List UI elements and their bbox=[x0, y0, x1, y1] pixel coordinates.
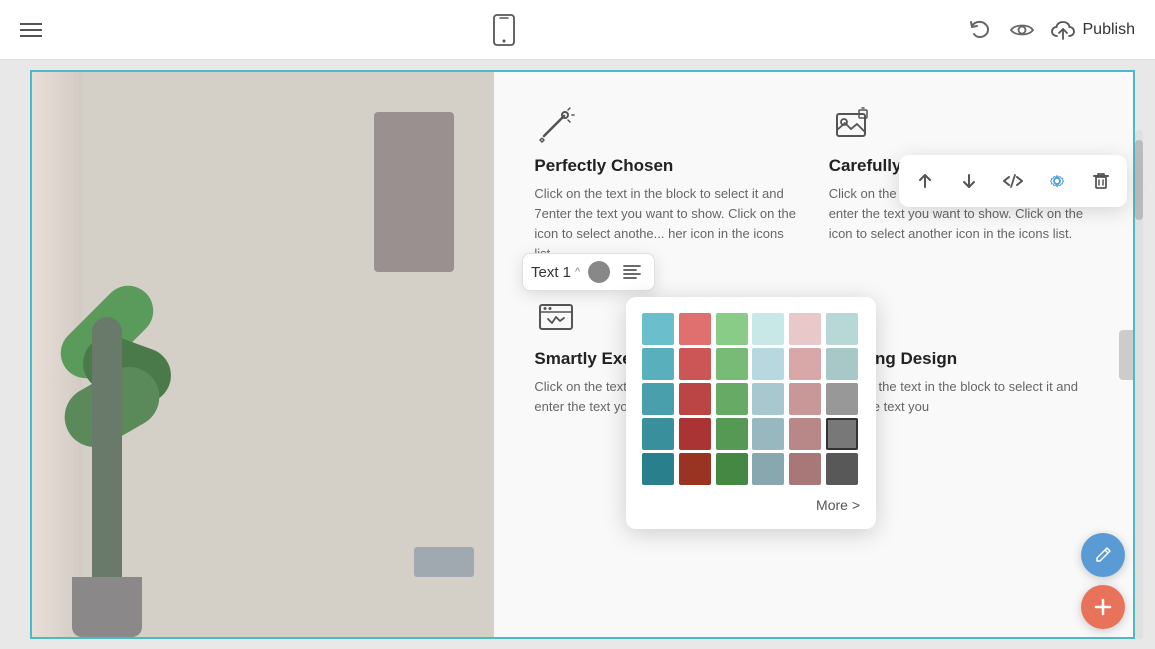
color-swatch-13[interactable] bbox=[679, 383, 711, 415]
element-toolbar bbox=[899, 155, 1127, 207]
feature-item-perfectly-chosen: Perfectly Chosen Click on the text in th… bbox=[534, 102, 798, 265]
cloud-upload-icon bbox=[1051, 18, 1075, 42]
color-swatch-1[interactable] bbox=[679, 313, 711, 345]
room-scene bbox=[32, 72, 494, 637]
add-fab-icon bbox=[1093, 597, 1113, 617]
color-swatch-7[interactable] bbox=[679, 348, 711, 380]
toolbar-right: Publish bbox=[967, 17, 1135, 43]
room-image bbox=[32, 72, 494, 637]
color-swatch-5[interactable] bbox=[826, 313, 858, 345]
text-align-button[interactable] bbox=[618, 258, 646, 286]
scrollbar-thumb bbox=[1135, 140, 1143, 220]
undo-button[interactable] bbox=[967, 17, 993, 43]
canvas-area: Perfectly Chosen Click on the text in th… bbox=[0, 60, 1155, 649]
color-swatch-17[interactable] bbox=[826, 383, 858, 415]
color-swatch-14[interactable] bbox=[716, 383, 748, 415]
color-swatch-18[interactable] bbox=[642, 418, 674, 450]
color-swatch-11[interactable] bbox=[826, 348, 858, 380]
fab-container bbox=[1081, 533, 1125, 629]
folded-item bbox=[414, 547, 474, 577]
move-up-button[interactable] bbox=[903, 159, 947, 203]
color-swatch-23[interactable] bbox=[826, 418, 858, 450]
move-up-icon bbox=[915, 171, 935, 191]
color-swatch-19[interactable] bbox=[679, 418, 711, 450]
color-swatch-6[interactable] bbox=[642, 348, 674, 380]
browser-icon bbox=[534, 295, 578, 339]
color-swatch-21[interactable] bbox=[752, 418, 784, 450]
settings-icon bbox=[1047, 171, 1067, 191]
code-button[interactable] bbox=[991, 159, 1035, 203]
color-swatch-4[interactable] bbox=[789, 313, 821, 345]
color-swatch-24[interactable] bbox=[642, 453, 674, 485]
eye-icon bbox=[1009, 17, 1035, 43]
color-swatch-29[interactable] bbox=[826, 453, 858, 485]
hamburger-icon bbox=[20, 23, 42, 37]
preview-button[interactable] bbox=[1009, 17, 1035, 43]
color-swatch-12[interactable] bbox=[642, 383, 674, 415]
move-down-button[interactable] bbox=[947, 159, 991, 203]
delete-button[interactable] bbox=[1079, 159, 1123, 203]
color-swatch-20[interactable] bbox=[716, 418, 748, 450]
add-fab-button[interactable] bbox=[1081, 585, 1125, 629]
color-swatch-26[interactable] bbox=[716, 453, 748, 485]
mobile-view-button[interactable] bbox=[490, 14, 518, 46]
align-icon bbox=[623, 265, 641, 279]
color-swatch-22[interactable] bbox=[789, 418, 821, 450]
color-picker-popup: More > bbox=[626, 297, 876, 529]
toolbar-center bbox=[490, 14, 518, 46]
color-swatch-8[interactable] bbox=[716, 348, 748, 380]
wand-icon bbox=[534, 102, 578, 146]
color-swatches bbox=[642, 313, 860, 485]
trash-icon bbox=[1091, 171, 1111, 191]
color-swatch-3[interactable] bbox=[752, 313, 784, 345]
color-swatch-0[interactable] bbox=[642, 313, 674, 345]
publish-label: Publish bbox=[1083, 21, 1135, 39]
color-swatch-28[interactable] bbox=[789, 453, 821, 485]
settings-button[interactable] bbox=[1035, 159, 1079, 203]
top-toolbar: Publish bbox=[0, 0, 1155, 60]
edit-fab-button[interactable] bbox=[1081, 533, 1125, 577]
color-swatch-9[interactable] bbox=[752, 348, 784, 380]
feature-title-0: Perfectly Chosen bbox=[534, 156, 798, 176]
toolbar-left bbox=[20, 23, 42, 37]
code-icon bbox=[1003, 171, 1023, 191]
color-swatch-27[interactable] bbox=[752, 453, 784, 485]
room-clothing bbox=[374, 112, 454, 272]
undo-icon bbox=[967, 17, 993, 43]
color-swatch-15[interactable] bbox=[752, 383, 784, 415]
text-block-toolbar: Text 1 ^ bbox=[522, 253, 655, 291]
gallery-icon bbox=[829, 102, 873, 146]
menu-button[interactable] bbox=[20, 23, 42, 37]
edit-fab-icon bbox=[1093, 545, 1113, 565]
publish-button[interactable]: Publish bbox=[1051, 18, 1135, 42]
mobile-icon bbox=[490, 14, 518, 46]
scrollbar[interactable] bbox=[1135, 130, 1143, 639]
color-swatch-16[interactable] bbox=[789, 383, 821, 415]
plant-pot bbox=[72, 577, 142, 637]
color-swatch-10[interactable] bbox=[789, 348, 821, 380]
text-block-label: Text 1 ^ bbox=[531, 264, 580, 281]
text-block-caret: ^ bbox=[575, 266, 580, 278]
color-swatch-25[interactable] bbox=[679, 453, 711, 485]
move-down-icon bbox=[959, 171, 979, 191]
text-color-button[interactable] bbox=[588, 261, 610, 283]
text-block-name: Text 1 bbox=[531, 264, 571, 281]
sidebar-collapse-handle[interactable] bbox=[1119, 330, 1135, 380]
more-colors-button[interactable]: More > bbox=[642, 497, 860, 513]
color-swatch-2[interactable] bbox=[716, 313, 748, 345]
